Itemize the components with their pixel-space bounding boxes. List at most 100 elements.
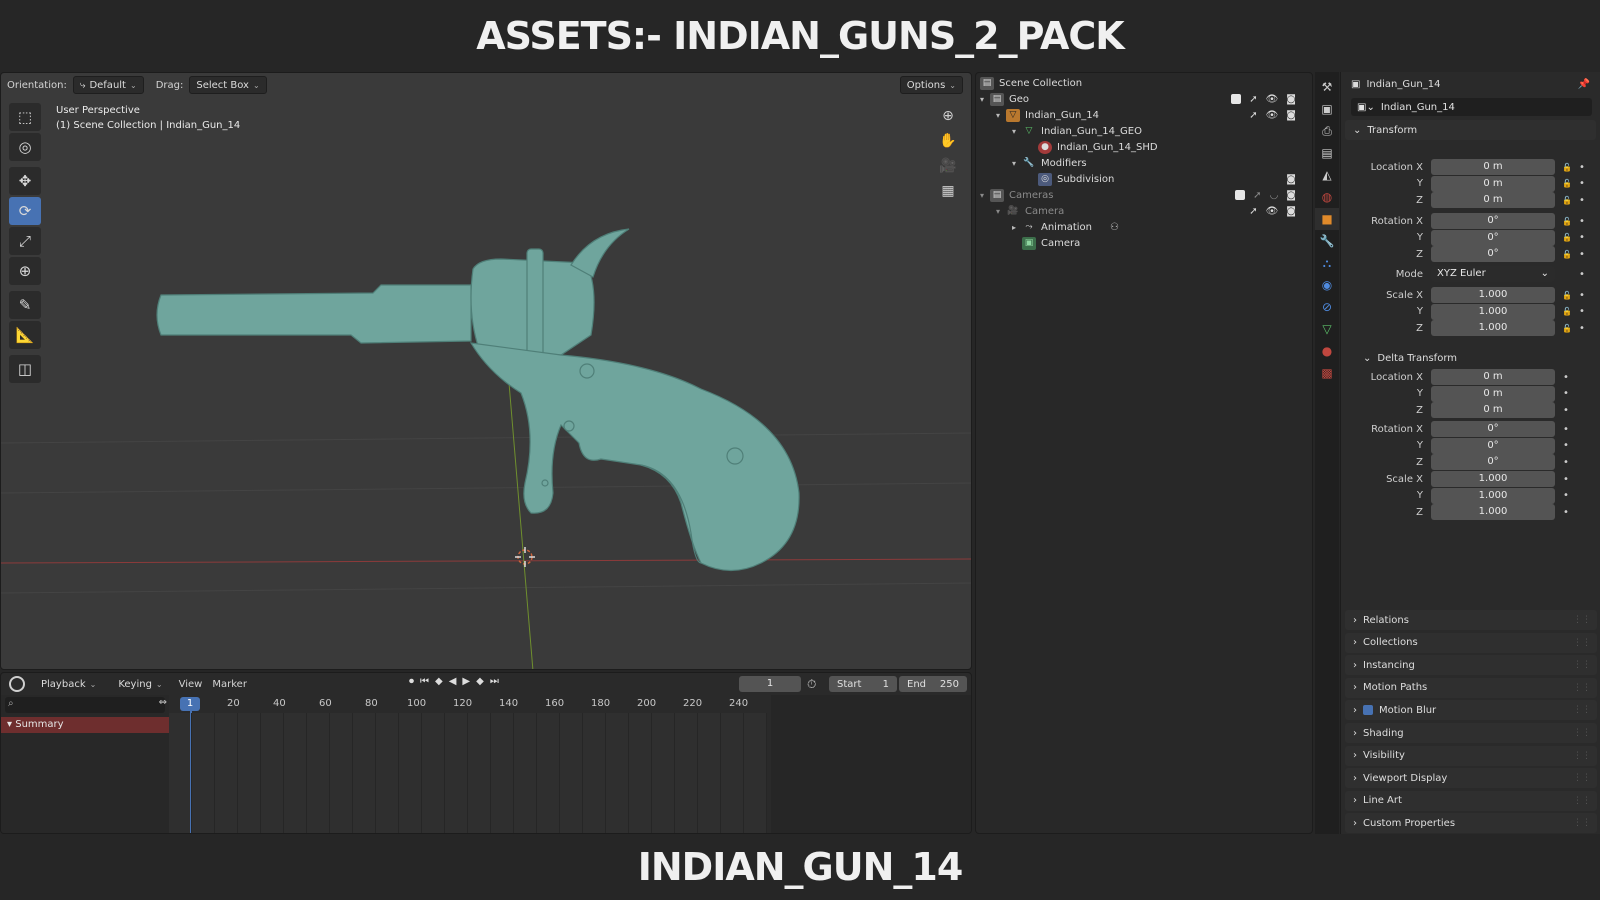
render-camera-icon[interactable]: ◙ xyxy=(1286,206,1296,217)
add-cube-tool-icon[interactable]: ◫ xyxy=(9,355,41,383)
expand-triangle-icon[interactable]: ▾ xyxy=(996,111,1006,120)
lock-icon[interactable]: 🔓 xyxy=(1559,179,1575,188)
start-frame-field[interactable]: Start 1 xyxy=(829,676,897,692)
select-arrow-icon[interactable]: ➚ xyxy=(1249,110,1257,121)
panel-relations[interactable]: › Relations ⋮⋮ xyxy=(1345,610,1597,630)
next-keyframe-icon[interactable]: ◆ xyxy=(476,676,484,687)
property-value-field[interactable]: 0° xyxy=(1431,454,1555,470)
keyframe-dot-icon[interactable]: • xyxy=(1579,269,1585,280)
drag-grip-icon[interactable]: ⋮⋮ xyxy=(1573,615,1591,625)
keyframe-dot-icon[interactable]: • xyxy=(1579,195,1585,206)
3d-viewport[interactable]: Orientation: ⤷ Default ⌄ Drag: Select Bo… xyxy=(0,72,972,670)
world-tab-icon[interactable]: ◍ xyxy=(1315,186,1339,208)
summary-channel[interactable]: ▾ Summary xyxy=(1,717,169,733)
property-value-field[interactable]: 0° xyxy=(1431,213,1555,229)
eye-icon[interactable]: 👁 xyxy=(1266,110,1279,121)
property-value-field[interactable]: 0° xyxy=(1431,421,1555,437)
current-frame-field[interactable]: 1 xyxy=(739,676,801,692)
outliner-row-subdivision[interactable]: ◎ Subdivision ◙ xyxy=(1038,171,1310,187)
constraints-tab-icon[interactable]: ⊘ xyxy=(1315,296,1339,318)
keyframe-dot-icon[interactable]: • xyxy=(1579,178,1585,189)
expand-triangle-icon[interactable]: ▾ xyxy=(980,191,990,200)
drag-grip-icon[interactable]: ⋮⋮ xyxy=(1573,683,1591,693)
play-reverse-icon[interactable]: ◀ xyxy=(449,676,457,687)
drag-dropdown[interactable]: Select Box ⌄ xyxy=(189,76,267,94)
outliner-row-gun-geo[interactable]: ▾ ▽ Indian_Gun_14_GEO xyxy=(1012,123,1142,139)
panel-instancing[interactable]: › Instancing ⋮⋮ xyxy=(1345,655,1597,676)
properties-editor[interactable]: ▣ Indian_Gun_14 📌 ▣⌄ Indian_Gun_14 ⌄ Tra… xyxy=(1340,72,1600,834)
keyframe-dot-icon[interactable]: • xyxy=(1563,424,1569,435)
texture-tab-icon[interactable]: ▩ xyxy=(1315,362,1339,384)
annotate-tool-icon[interactable]: ✎ xyxy=(9,291,41,319)
pan-hand-icon[interactable]: ✋ xyxy=(937,130,959,152)
exclude-checkbox[interactable] xyxy=(1235,189,1246,200)
property-value-field[interactable]: 1.000 xyxy=(1431,303,1555,320)
render-camera-icon[interactable]: ◙ xyxy=(1286,110,1296,121)
ortho-grid-icon[interactable]: ▦ xyxy=(937,180,959,202)
outliner-row-modifiers[interactable]: ▾ 🔧 Modifiers xyxy=(1012,155,1087,171)
lock-icon[interactable]: 🔓 xyxy=(1559,163,1575,172)
drag-grip-icon[interactable]: ⋮⋮ xyxy=(1573,818,1591,828)
lock-icon[interactable]: 🔓 xyxy=(1559,324,1575,333)
record-icon[interactable]: ⏺ xyxy=(409,676,414,687)
drag-grip-icon[interactable]: ⋮⋮ xyxy=(1573,728,1591,738)
keying-menu[interactable]: Keying ⌄ xyxy=(112,675,168,693)
lock-icon[interactable]: 🔓 xyxy=(1559,307,1575,316)
property-value-field[interactable]: 0 m xyxy=(1431,369,1555,385)
particles-tab-icon[interactable]: ⛬ xyxy=(1315,252,1339,274)
drag-grip-icon[interactable]: ⋮⋮ xyxy=(1573,660,1591,670)
property-value-field[interactable]: 1.000 xyxy=(1431,320,1555,336)
keyframe-dot-icon[interactable]: • xyxy=(1563,440,1569,451)
keyframe-dot-icon[interactable]: • xyxy=(1563,372,1569,383)
camera-view-icon[interactable]: 🎥 xyxy=(937,155,959,177)
render-camera-icon[interactable]: ◙ xyxy=(1286,94,1296,105)
eye-closed-icon[interactable]: ◡ xyxy=(1270,190,1279,201)
render-camera-icon[interactable]: ◙ xyxy=(1286,190,1296,201)
pin-icon[interactable]: 📌 xyxy=(1578,79,1590,90)
panel-collections[interactable]: › Collections ⋮⋮ xyxy=(1345,632,1597,653)
data-tab-icon[interactable]: ▽ xyxy=(1315,318,1339,340)
render-tab-icon[interactable]: ▣ xyxy=(1315,98,1339,120)
panel-viewport-display[interactable]: › Viewport Display ⋮⋮ xyxy=(1345,768,1597,789)
material-tab-icon[interactable]: ● xyxy=(1315,340,1339,362)
keyframe-dot-icon[interactable]: • xyxy=(1563,490,1569,501)
outliner-row-cameras[interactable]: ▾ ▤ Cameras ➚ ◡ ◙ xyxy=(980,187,1310,203)
outliner-row-animation[interactable]: ▸ ⤳ Animation ⚇ xyxy=(1012,219,1119,235)
lock-icon[interactable]: 🔓 xyxy=(1559,217,1575,226)
keyframe-dot-icon[interactable]: • xyxy=(1579,323,1585,334)
transform-tool-icon[interactable]: ⊕ xyxy=(9,257,41,285)
lock-icon[interactable]: 🔓 xyxy=(1559,291,1575,300)
drag-grip-icon[interactable]: ⋮⋮ xyxy=(1573,638,1591,648)
select-arrow-icon[interactable]: ➚ xyxy=(1249,94,1257,105)
property-value-field[interactable]: 0 m xyxy=(1431,385,1555,402)
keyframe-dot-icon[interactable]: • xyxy=(1579,232,1585,243)
eye-icon[interactable]: 👁 xyxy=(1266,206,1279,217)
property-value-field[interactable]: 0° xyxy=(1431,246,1555,262)
select-arrow-icon[interactable]: ➚ xyxy=(1249,206,1257,217)
dopesheet-area[interactable]: 1 20 40 60 80 100 120 140 160 180 200 220 240 xyxy=(169,695,767,833)
drag-grip-icon[interactable]: ⋮⋮ xyxy=(1573,751,1591,761)
property-value-field[interactable]: 1.000 xyxy=(1431,287,1555,303)
outliner-row-gun-material[interactable]: ● Indian_Gun_14_SHD xyxy=(1038,139,1158,155)
panel-visibility[interactable]: › Visibility ⋮⋮ xyxy=(1345,745,1597,766)
property-value-field[interactable]: 0 m xyxy=(1431,159,1555,175)
keyframe-dot-icon[interactable]: • xyxy=(1579,216,1585,227)
editor-type-icon[interactable] xyxy=(9,676,25,692)
zoom-icon[interactable]: ⊕ xyxy=(937,105,959,127)
scene-tab-icon[interactable]: ◭ xyxy=(1315,164,1339,186)
rotation-mode-dropdown[interactable]: XYZ Euler ⌄ xyxy=(1431,266,1555,282)
panel-motion-paths[interactable]: › Motion Paths ⋮⋮ xyxy=(1345,677,1597,698)
output-tab-icon[interactable]: ⎙ xyxy=(1315,120,1339,142)
render-camera-icon[interactable]: ◙ xyxy=(1286,174,1296,185)
measure-tool-icon[interactable]: 📐 xyxy=(9,321,41,349)
eye-icon[interactable]: 👁 xyxy=(1266,94,1279,105)
keyframe-dot-icon[interactable]: • xyxy=(1579,306,1585,317)
view-layer-tab-icon[interactable]: ▤ xyxy=(1315,142,1339,164)
property-value-field[interactable]: 0° xyxy=(1431,437,1555,454)
drag-grip-icon[interactable]: ⋮⋮ xyxy=(1573,773,1591,783)
view-menu[interactable]: View xyxy=(179,679,203,690)
expand-triangle-icon[interactable]: ▾ xyxy=(980,95,990,104)
jump-end-icon[interactable]: ⏭ xyxy=(490,676,499,687)
lock-icon[interactable]: 🔓 xyxy=(1559,250,1575,259)
prev-keyframe-icon[interactable]: ◆ xyxy=(435,676,443,687)
